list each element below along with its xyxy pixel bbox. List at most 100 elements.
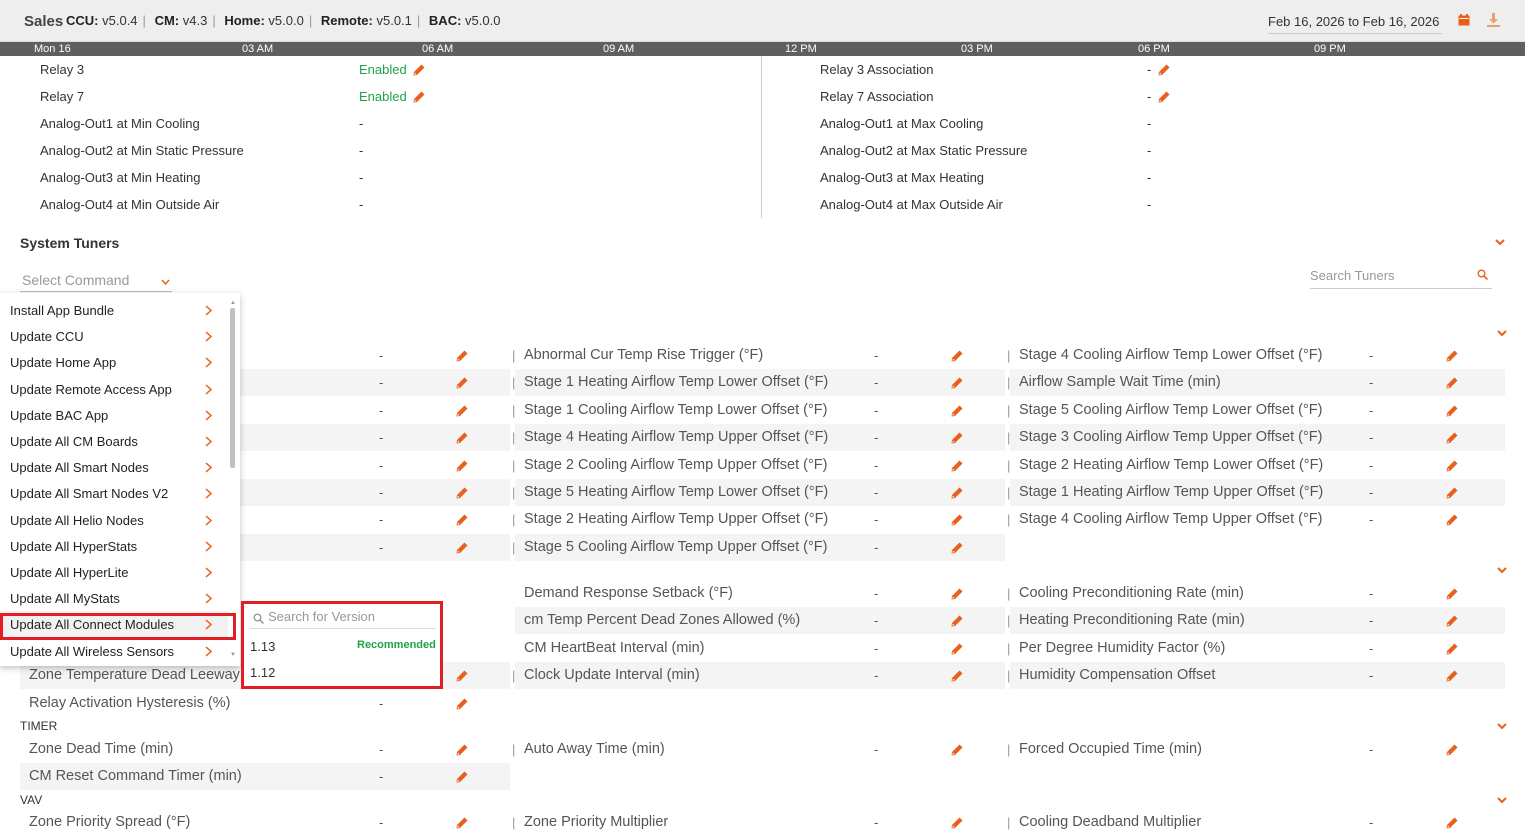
edit-pencil-icon[interactable] (951, 744, 963, 756)
menu-item[interactable]: Update All Smart Nodes (0, 454, 228, 480)
menu-item[interactable]: Update All CM Boards (0, 428, 228, 454)
edit-pencil-icon[interactable] (1446, 432, 1458, 444)
edit-pencil-icon[interactable] (456, 460, 468, 472)
edit-pencil-icon[interactable] (951, 460, 963, 472)
select-command-dropdown[interactable]: Select Command (20, 272, 172, 292)
edit-pencil-icon[interactable] (951, 670, 963, 682)
version-option[interactable]: 1.13 (250, 639, 275, 654)
edit-pencil-icon[interactable] (951, 542, 963, 554)
edit-pencil-icon[interactable] (951, 405, 963, 417)
scrollbar-thumb[interactable] (230, 308, 235, 468)
edit-pencil-icon[interactable] (1446, 643, 1458, 655)
scroll-up-icon[interactable]: ▲ (230, 300, 236, 306)
edit-pencil-icon[interactable] (951, 588, 963, 600)
chevron-right-icon (205, 593, 212, 604)
version-search-input[interactable]: Search for Version (250, 609, 436, 629)
menu-item[interactable]: Update All Smart Nodes V2 (0, 480, 228, 506)
edit-pencil-icon[interactable] (1446, 460, 1458, 472)
tuner-label: Stage 3 Cooling Airflow Temp Upper Offse… (1019, 429, 1323, 446)
tuner-value: - (1369, 485, 1374, 500)
edit-pencil-icon[interactable] (456, 771, 468, 783)
menu-scrollbar[interactable]: ▲ ▼ (229, 300, 236, 660)
scroll-down-icon[interactable]: ▼ (230, 652, 236, 658)
collapse-chevron-icon[interactable] (1495, 238, 1505, 246)
edit-pencil-icon[interactable] (1446, 817, 1458, 829)
cm-version: v4.3 (182, 13, 208, 28)
menu-item[interactable]: Update CCU (0, 323, 228, 349)
edit-pencil-icon[interactable] (456, 817, 468, 829)
menu-item[interactable]: Update All Helio Nodes (0, 507, 228, 533)
edit-pencil-icon[interactable] (1446, 487, 1458, 499)
tuner-value: - (379, 695, 384, 711)
collapse-chevron-icon[interactable] (1497, 329, 1507, 337)
version-search-placeholder: Search for Version (268, 609, 375, 624)
edit-pencil-icon[interactable] (951, 615, 963, 627)
edit-pencil-icon[interactable] (456, 670, 468, 682)
edit-pencil-icon[interactable] (456, 350, 468, 362)
edit-pencil-icon[interactable] (1158, 91, 1170, 103)
date-range-picker[interactable]: Feb 16, 2026 to Feb 16, 2026 (1268, 14, 1442, 34)
tuner-value: - (379, 348, 384, 363)
edit-pencil-icon[interactable] (1446, 588, 1458, 600)
edit-pencil-icon[interactable] (456, 698, 468, 710)
search-icon (1477, 269, 1488, 280)
chevron-right-icon (205, 305, 212, 316)
tuner-label: Stage 1 Cooling Airflow Temp Lower Offse… (524, 401, 828, 418)
search-tuners-input[interactable]: Search Tuners (1310, 268, 1492, 289)
timeline-label: 12 PM (785, 43, 817, 55)
edit-pencil-icon[interactable] (951, 514, 963, 526)
edit-pencil-icon[interactable] (951, 432, 963, 444)
edit-pencil-icon[interactable] (1446, 670, 1458, 682)
edit-pencil-icon[interactable] (456, 514, 468, 526)
menu-item[interactable]: Update All MyStats (0, 585, 228, 611)
tuner-label: Stage 4 Cooling Airflow Temp Upper Offse… (1019, 511, 1323, 528)
menu-item[interactable]: Update Remote Access App (0, 376, 228, 402)
edit-pencil-icon[interactable] (413, 91, 425, 103)
edit-pencil-icon[interactable] (456, 377, 468, 389)
menu-item[interactable]: Update All HyperLite (0, 559, 228, 585)
tuner-label: Per Degree Humidity Factor (%) (1019, 639, 1226, 656)
edit-pencil-icon[interactable] (1446, 615, 1458, 627)
menu-item-label: Update All Smart Nodes (10, 460, 149, 476)
edit-pencil-icon[interactable] (1446, 350, 1458, 362)
calendar-icon[interactable] (1458, 14, 1470, 26)
edit-pencil-icon[interactable] (456, 744, 468, 756)
menu-item[interactable]: Update BAC App (0, 402, 228, 428)
collapse-chevron-icon[interactable] (1497, 566, 1507, 574)
edit-pencil-icon[interactable] (413, 64, 425, 76)
tuner-value: - (1369, 375, 1374, 391)
collapse-chevron-icon[interactable] (1497, 796, 1507, 804)
edit-pencil-icon[interactable] (1446, 377, 1458, 389)
edit-pencil-icon[interactable] (456, 542, 468, 554)
edit-pencil-icon[interactable] (1158, 64, 1170, 76)
menu-item[interactable]: Install App Bundle (0, 297, 228, 323)
tuner-value: - (379, 430, 384, 446)
timeline-label: 09 PM (1314, 43, 1346, 55)
version-info: CCU: v5.0.4 | CM: v4.3 | Home: v5.0.0 | Rem… (66, 13, 501, 28)
relay-value: - (1147, 62, 1152, 77)
edit-pencil-icon[interactable] (1446, 514, 1458, 526)
edit-pencil-icon[interactable] (456, 487, 468, 499)
edit-pencil-icon[interactable] (951, 350, 963, 362)
menu-item[interactable]: Update All Wireless Sensors (0, 638, 228, 664)
menu-item-label: Update All HyperStats (10, 538, 138, 554)
edit-pencil-icon[interactable] (951, 643, 963, 655)
collapse-chevron-icon[interactable] (1497, 722, 1507, 730)
version-option[interactable]: 1.12 (250, 665, 275, 680)
tuner-value: - (874, 742, 879, 757)
edit-pencil-icon[interactable] (1446, 405, 1458, 417)
edit-pencil-icon[interactable] (951, 817, 963, 829)
edit-pencil-icon[interactable] (951, 377, 963, 389)
edit-pencil-icon[interactable] (456, 405, 468, 417)
download-icon[interactable] (1487, 13, 1500, 27)
menu-item[interactable]: Update All Connect Modules (0, 611, 228, 638)
column-separator: | (1007, 586, 1011, 601)
edit-pencil-icon[interactable] (456, 432, 468, 444)
menu-item[interactable]: Update All HyperStats (0, 533, 228, 559)
edit-pencil-icon[interactable] (1446, 744, 1458, 756)
edit-pencil-icon[interactable] (951, 487, 963, 499)
menu-item[interactable]: Update Home App (0, 349, 228, 375)
tuner-label: Stage 5 Cooling Airflow Temp Upper Offse… (524, 538, 828, 555)
menu-item-label: Update All MyStats (10, 591, 120, 607)
tuner-value: - (1369, 402, 1374, 418)
